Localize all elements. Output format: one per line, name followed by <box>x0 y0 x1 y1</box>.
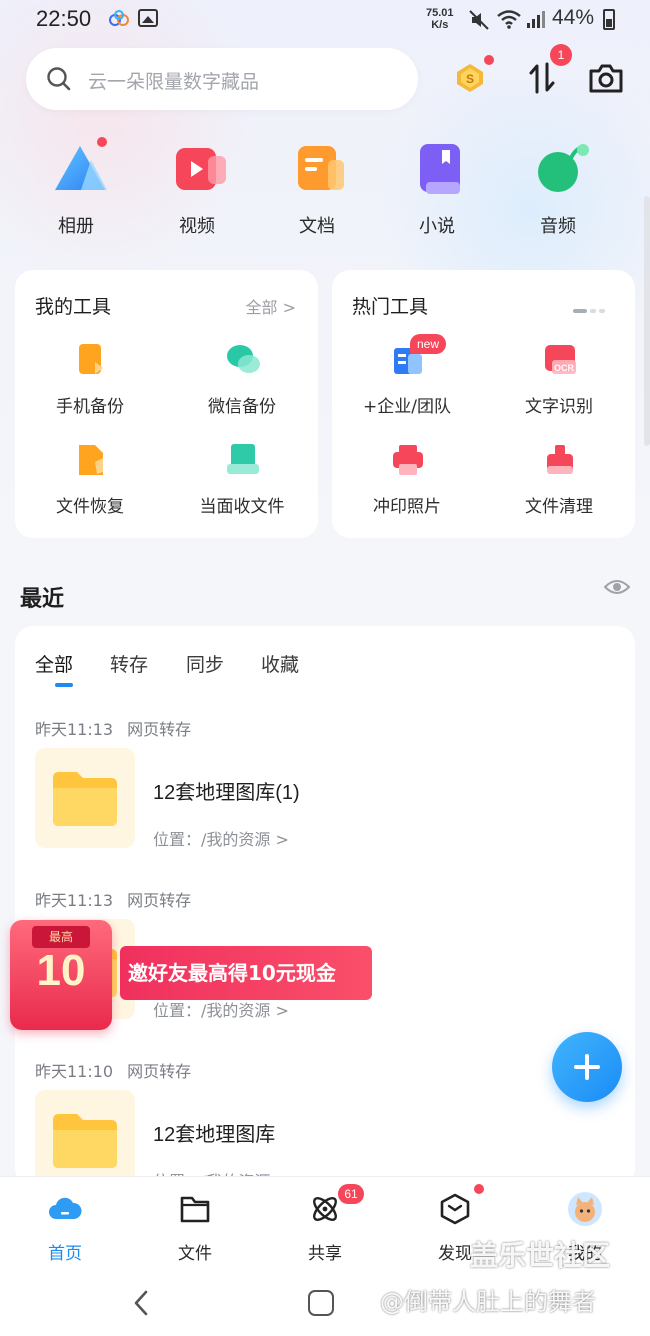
category-document[interactable]: 文档 <box>267 140 367 240</box>
tool-file-clean[interactable]: 文件清理 <box>484 442 634 532</box>
category-novel[interactable]: 小说 <box>387 140 487 240</box>
search-placeholder: 云一朵限量数字藏品 <box>88 71 260 93</box>
folder-icon <box>180 1196 210 1223</box>
category-label: 相册 <box>58 216 94 237</box>
recent-meta: 昨天11:13 网页转存 <box>35 891 192 910</box>
video-icon <box>176 148 226 190</box>
tool-wechat-backup[interactable]: 微信备份 <box>167 342 317 432</box>
svg-text:OCR: OCR <box>554 363 575 373</box>
tool-print-photo[interactable]: 冲印照片 <box>332 442 482 532</box>
status-bar: 22:50 75.01 K/s 44% <box>0 0 650 40</box>
discover-cube-icon <box>440 1193 470 1225</box>
mute-icon <box>469 10 489 30</box>
recent-item-name[interactable]: 12套地理图库(1) <box>153 776 300 805</box>
folder-icon <box>53 1114 117 1168</box>
tool-enterprise[interactable]: +企业/团队 <box>332 342 482 432</box>
category-label: 音频 <box>540 216 576 237</box>
edge-scroll-handle[interactable] <box>644 196 650 446</box>
audio-icon <box>538 144 589 192</box>
watermark-community: 盖乐世社区 <box>470 1239 611 1272</box>
recent-item-location[interactable]: 位置：/我的资源 > <box>153 997 289 1021</box>
folder-thumbnail[interactable] <box>35 1090 135 1186</box>
back-icon[interactable] <box>130 1288 152 1318</box>
svg-text:S: S <box>466 72 474 86</box>
hot-tools-title: 热门工具 <box>352 296 429 318</box>
status-time: 22:50 <box>36 6 92 31</box>
document-icon <box>298 146 344 190</box>
coin-notification-dot <box>484 55 494 65</box>
new-badge: new <box>410 334 447 354</box>
signal-icon <box>527 11 545 28</box>
category-label: 文档 <box>299 216 335 237</box>
discover-notification-dot <box>474 1184 484 1194</box>
recent-item-name[interactable]: 12套地理图库 <box>153 1118 275 1147</box>
battery-percent: 44% <box>552 6 595 29</box>
tab-sync[interactable]: 同步 <box>186 650 224 677</box>
nav-share[interactable]: 共享 <box>260 1177 390 1273</box>
battery-icon <box>603 9 615 30</box>
my-tools-title: 我的工具 <box>35 296 112 318</box>
recent-card: 全部 转存 同步 收藏 昨天11:13 网页转存 12套地理图库(1) 位置：/我… <box>15 626 635 1186</box>
tab-transfer[interactable]: 转存 <box>110 650 148 677</box>
tool-file-recovery[interactable]: 文件恢复 <box>15 442 165 532</box>
receive-file-icon <box>227 444 259 474</box>
search-icon <box>47 67 71 91</box>
tab-favorites[interactable]: 收藏 <box>261 650 299 677</box>
category-label: 小说 <box>419 216 455 237</box>
camera-icon[interactable] <box>588 62 624 94</box>
my-tools-all-link[interactable]: 全部 > <box>246 294 297 318</box>
nav-files[interactable]: 文件 <box>130 1177 260 1273</box>
tool-receive-file[interactable]: 当面收文件 <box>167 442 317 532</box>
transfer-icon[interactable] <box>526 60 558 96</box>
hot-tools-card: 热门工具 +企业/团队 OCR 文字识别 冲印照片 文件清理 <box>332 270 635 538</box>
file-recovery-icon <box>79 445 103 475</box>
coin-icon[interactable]: S <box>454 62 486 94</box>
my-tools-card: 我的工具 全部 > 手机备份 微信备份 文件恢复 当面收文件 <box>15 270 318 538</box>
recent-meta: 昨天11:10 网页转存 <box>35 1062 192 1081</box>
search-input[interactable]: 云一朵限量数字藏品 <box>26 48 418 110</box>
cloud-app-icon <box>109 10 129 26</box>
file-clean-icon <box>547 445 573 474</box>
network-speed: 75.01 K/s <box>426 7 454 31</box>
ocr-icon: OCR <box>545 345 576 374</box>
recent-title: 最近 <box>20 587 65 612</box>
watermark-author: @倒带人肚上的舞者 <box>380 1288 596 1316</box>
tab-indicator <box>55 683 73 687</box>
print-photo-icon <box>393 445 423 475</box>
recent-item-location[interactable]: 位置：/我的资源 > <box>153 826 289 850</box>
wechat-backup-icon <box>227 345 260 373</box>
tool-phone-backup[interactable]: 手机备份 <box>15 342 165 432</box>
invite-promo-banner[interactable]: 邀好友最高得10元现金 <box>120 946 372 1000</box>
gallery-notification-icon <box>138 9 158 27</box>
transfer-badge: 1 <box>550 44 572 66</box>
phone-backup-icon <box>79 344 103 374</box>
home-button[interactable] <box>308 1290 334 1316</box>
folder-icon <box>53 772 117 826</box>
folder-thumbnail[interactable] <box>35 748 135 848</box>
share-badge: 61 <box>338 1184 364 1204</box>
category-label: 视频 <box>179 216 215 237</box>
category-photo-album[interactable]: 相册 <box>26 140 126 240</box>
novel-icon <box>420 144 460 194</box>
recent-meta: 昨天11:13 网页转存 <box>35 720 192 739</box>
wifi-icon <box>497 10 521 29</box>
category-audio[interactable]: 音频 <box>508 140 608 240</box>
album-notification-dot <box>97 137 107 147</box>
nav-home[interactable]: 首页 <box>0 1177 130 1273</box>
hot-tools-pager <box>570 298 605 317</box>
eye-icon[interactable] <box>604 576 630 598</box>
tool-ocr[interactable]: OCR 文字识别 <box>484 342 634 432</box>
category-video[interactable]: 视频 <box>147 140 247 240</box>
tab-all[interactable]: 全部 <box>35 650 73 677</box>
red-envelope-icon[interactable]: 最高 10 <box>10 920 112 1030</box>
add-button[interactable] <box>552 1032 622 1102</box>
photo-album-icon <box>55 146 107 190</box>
home-cloud-icon <box>49 1197 82 1219</box>
avatar-icon <box>568 1192 602 1226</box>
